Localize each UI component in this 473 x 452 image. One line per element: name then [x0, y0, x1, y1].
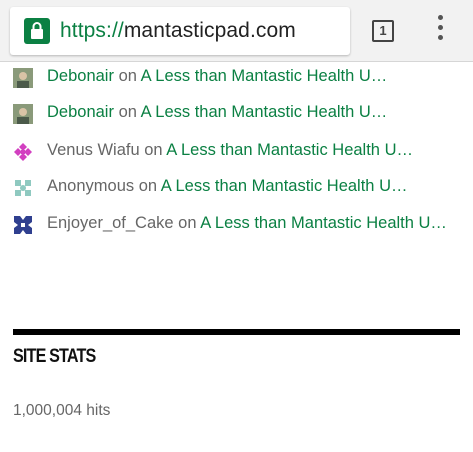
url-text[interactable]: https://mantasticpad.com [60, 19, 296, 43]
section-divider [13, 329, 460, 335]
avatar[interactable] [13, 68, 33, 88]
overflow-menu-icon[interactable] [436, 15, 444, 45]
comment-post-link[interactable]: A Less than Mantastic Health U… [141, 103, 388, 121]
url-host: mantasticpad.com [123, 19, 296, 42]
comment-post-link[interactable]: A Less than Mantastic Health U… [200, 214, 447, 232]
identicon-avatar [13, 178, 33, 198]
hit-counter: 1,000,004 hits [13, 402, 111, 419]
comment-on-text: on [144, 141, 163, 159]
comment-author-link[interactable]: Debonair [47, 103, 114, 121]
avatar[interactable] [13, 104, 33, 124]
identicon-avatar [13, 215, 33, 235]
comment-post-link[interactable]: A Less than Mantastic Health U… [141, 67, 388, 85]
site-stats-heading: SITE STATS [13, 346, 96, 367]
comment-author: Anonymous [47, 177, 135, 195]
address-bar[interactable]: https://mantasticpad.com [10, 7, 350, 55]
tab-switcher-button[interactable]: 1 [372, 20, 394, 42]
comment-on-text: on [118, 103, 137, 121]
comment-author-link[interactable]: Debonair [47, 67, 114, 85]
comment-post-link[interactable]: A Less than Mantastic Health U… [161, 177, 408, 195]
comment-on-text: on [178, 214, 197, 232]
comment-author: Venus Wiafu [47, 141, 140, 159]
comment-on-text: on [138, 177, 158, 195]
comment-author: Enjoyer_of_Cake [47, 214, 174, 232]
lock-icon[interactable] [24, 18, 50, 44]
comment-on-text: on [118, 67, 137, 85]
comment-post-link[interactable]: A Less than Mantastic Health U… [166, 141, 413, 159]
url-scheme: https:// [60, 19, 124, 42]
identicon-avatar [13, 142, 33, 162]
browser-toolbar: https://mantasticpad.com 1 [0, 0, 473, 62]
